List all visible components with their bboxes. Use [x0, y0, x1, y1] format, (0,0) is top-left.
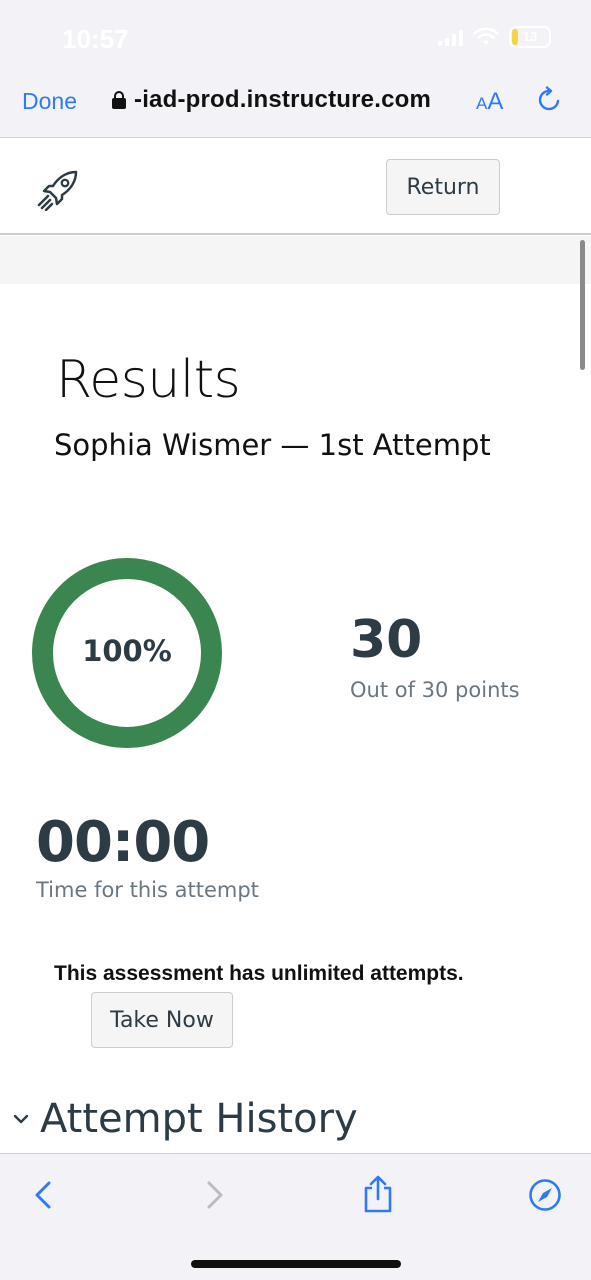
status-time: 10:57	[62, 24, 129, 54]
back-icon[interactable]	[27, 1178, 61, 1212]
compass-icon[interactable]	[528, 1178, 562, 1212]
rocket-icon[interactable]	[36, 169, 80, 211]
page-band	[0, 236, 591, 284]
url-text: -iad-prod.instructure.com	[134, 86, 432, 113]
scrollbar[interactable]	[580, 240, 585, 370]
battery-icon: 13	[509, 26, 551, 48]
lock-icon	[112, 91, 126, 109]
page-title: Results	[56, 350, 241, 410]
time-label: Time for this attempt	[36, 878, 259, 902]
chevron-down-icon[interactable]	[12, 1110, 30, 1128]
address-bar[interactable]: -iad-prod.instructure.com	[112, 86, 431, 114]
status-icons: 13	[438, 26, 551, 48]
reload-icon[interactable]	[536, 86, 564, 114]
text-size-button[interactable]: AA	[476, 88, 503, 116]
take-now-button[interactable]: Take Now	[91, 992, 233, 1048]
score-value: 30	[350, 610, 423, 670]
home-indicator[interactable]	[191, 1260, 401, 1268]
score-label: Out of 30 points	[350, 678, 520, 702]
battery-level: 13	[522, 29, 538, 44]
attempt-subtitle: Sophia Wismer — 1st Attempt	[54, 428, 491, 462]
return-button[interactable]: Return	[386, 159, 500, 215]
signal-icon	[438, 28, 463, 46]
share-icon[interactable]	[361, 1174, 395, 1214]
attempts-note: This assessment has unlimited attempts.	[54, 962, 464, 985]
text-size-small: A	[476, 94, 488, 113]
app-header: Return	[0, 139, 591, 235]
wifi-icon	[473, 27, 499, 45]
forward-icon[interactable]	[197, 1178, 231, 1212]
time-value: 00:00	[36, 810, 210, 875]
attempt-history-toggle[interactable]: Attempt History	[40, 1096, 358, 1142]
done-button[interactable]: Done	[22, 88, 77, 115]
status-bar: 10:57 13	[0, 0, 591, 70]
text-size-large: A	[487, 88, 504, 115]
score-percent: 100%	[82, 634, 172, 668]
browser-toolbar: Done -iad-prod.instructure.com AA	[0, 70, 591, 138]
